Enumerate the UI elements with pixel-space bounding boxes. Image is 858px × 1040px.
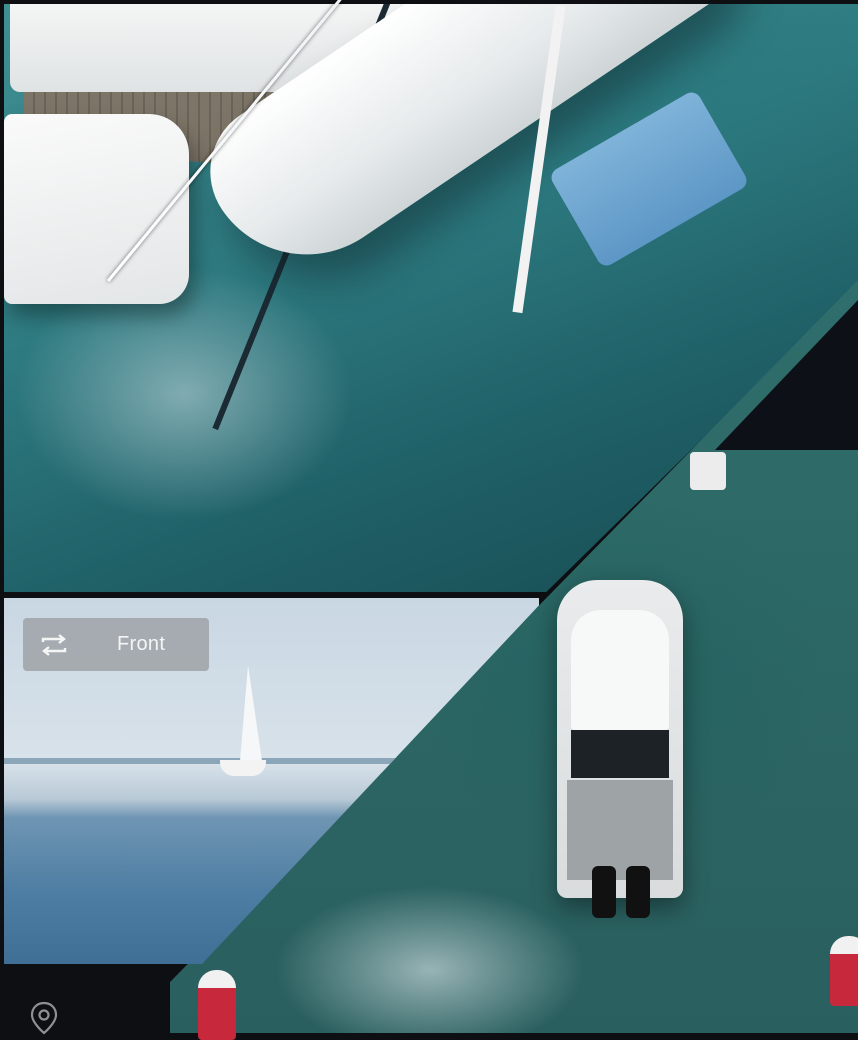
distant-sail [240,665,262,761]
red-bollard [830,936,858,1006]
docked-yacht-left [4,114,189,304]
distant-sailboat [220,760,266,776]
motorboat [557,580,683,898]
camera-switch-button[interactable]: Front [23,618,209,671]
dock-post [690,452,726,490]
outboard-engine [626,866,650,918]
red-bollard [198,970,236,1040]
repeat-arrows-icon [41,633,67,656]
motorboat-stern [571,730,669,778]
motorboat-cabin [571,610,669,730]
outboard-engine [592,866,616,918]
motorboat-deck [567,780,673,880]
sailboat-bimini [547,88,751,270]
camera-switch-label: Front [117,633,166,655]
location-pin-icon[interactable] [26,1000,62,1036]
